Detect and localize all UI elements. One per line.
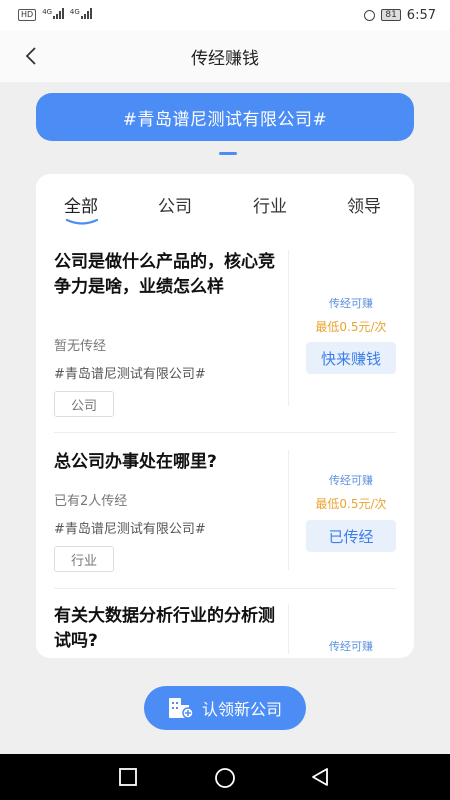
question-company: #青岛谱尼测试有限公司# xyxy=(54,522,206,537)
question-status: 已有2人传经 xyxy=(54,494,128,509)
hd-badge: HD xyxy=(18,9,37,21)
home-icon[interactable] xyxy=(214,767,236,789)
signal-icon-2: 4G xyxy=(70,8,92,22)
page-title: 传经赚钱 xyxy=(191,48,259,69)
question-title: 总公司办事处在哪里? xyxy=(54,452,217,472)
page-indicator xyxy=(219,152,237,155)
status-left: HD 4G 4G xyxy=(18,8,92,22)
clock: 6:57 xyxy=(406,7,436,23)
vertical-divider xyxy=(288,604,289,654)
active-tab-indicator xyxy=(65,218,99,225)
building-add-icon xyxy=(168,698,194,719)
questions-card: 全部 公司 行业 领导 公司是做什么产品的，核心竞争力是啥，业绩怎么样 暂无传经… xyxy=(36,174,414,658)
battery-icon: 81 xyxy=(381,9,401,21)
status-right: 81 6:57 xyxy=(364,8,436,23)
back-triangle-icon[interactable] xyxy=(310,767,330,787)
question-title: 公司是做什么产品的，核心竞争力是啥，业绩怎么样 xyxy=(54,252,275,297)
earn-label: 传经可赚 xyxy=(329,640,373,653)
row-divider xyxy=(54,588,396,589)
question-item[interactable]: 公司是做什么产品的，核心竞争力是啥，业绩怎么样 暂无传经 #青岛谱尼测试有限公司… xyxy=(54,250,396,420)
question-item[interactable]: 总公司办事处在哪里? 已有2人传经 #青岛谱尼测试有限公司# 行业 传经可赚 最… xyxy=(54,450,396,572)
vertical-divider xyxy=(288,250,289,406)
company-banner[interactable]: #青岛谱尼测试有限公司# xyxy=(36,93,414,141)
question-status: 暂无传经 xyxy=(54,339,107,354)
system-nav-bar xyxy=(0,754,450,800)
alarm-icon xyxy=(364,9,376,21)
tab-industry[interactable]: 行业 xyxy=(253,192,287,217)
earn-money-button[interactable]: 快来赚钱 xyxy=(306,342,396,374)
transmitted-button[interactable]: 已传经 xyxy=(306,520,396,552)
vertical-divider xyxy=(288,450,289,570)
question-tag: 公司 xyxy=(54,391,114,417)
back-arrow-icon[interactable] xyxy=(22,46,42,66)
network-type-2: 4G xyxy=(69,8,80,16)
network-type-1: 4G xyxy=(42,8,53,16)
question-tag: 行业 xyxy=(54,546,114,572)
earn-label: 传经可赚 xyxy=(329,474,373,487)
tab-leader[interactable]: 领导 xyxy=(347,192,381,217)
signal-icon-1: 4G xyxy=(42,8,64,22)
claim-new-company-button[interactable]: 认领新公司 xyxy=(144,686,306,730)
tab-all[interactable]: 全部 xyxy=(64,192,98,217)
tab-company[interactable]: 公司 xyxy=(158,192,192,217)
recent-apps-icon[interactable] xyxy=(118,767,138,787)
status-bar: HD 4G 4G 81 6:57 xyxy=(0,0,450,30)
question-company: #青岛谱尼测试有限公司# xyxy=(54,367,206,382)
row-divider xyxy=(54,432,396,433)
earn-price: 最低0.5元/次 xyxy=(315,497,387,511)
question-item[interactable]: 有关大数据分析行业的分析测试吗? 传经可赚 xyxy=(54,604,396,658)
earn-label: 传经可赚 xyxy=(329,297,373,310)
earn-price: 最低0.5元/次 xyxy=(315,320,387,334)
question-title: 有关大数据分析行业的分析测试吗? xyxy=(54,606,275,651)
nav-bar: 传经赚钱 xyxy=(0,30,450,82)
claim-button-label: 认领新公司 xyxy=(201,700,282,719)
category-tabs: 全部 公司 行业 领导 xyxy=(36,174,414,230)
